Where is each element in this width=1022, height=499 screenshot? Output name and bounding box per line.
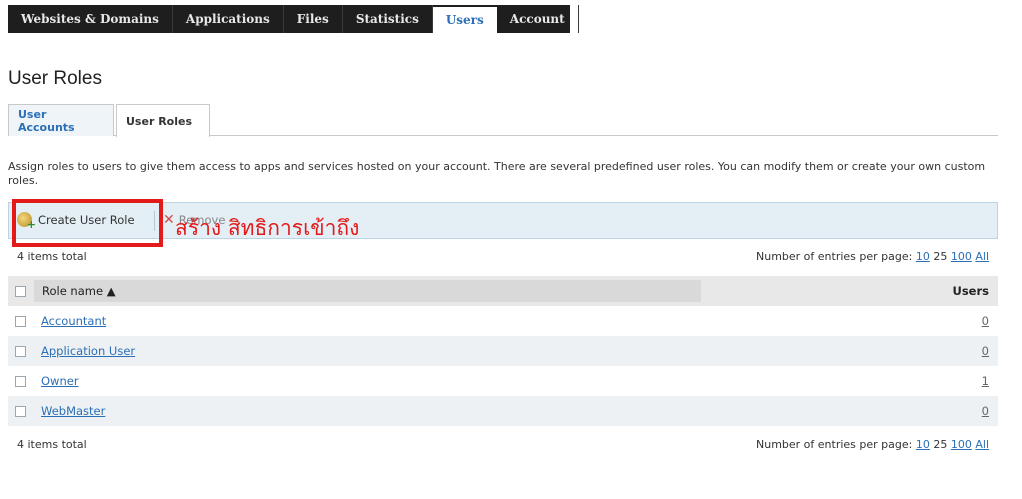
page-description: Assign roles to users to give them acces… xyxy=(8,160,986,187)
select-all-checkbox[interactable] xyxy=(15,285,26,297)
role-users-count[interactable]: 1 xyxy=(982,374,989,388)
row-checkbox[interactable] xyxy=(15,315,26,327)
entries-label: Number of entries per page: xyxy=(756,438,913,451)
entries-option-25: 25 xyxy=(933,438,948,451)
remove-icon: ✕ xyxy=(163,212,175,228)
tab-files[interactable]: Files xyxy=(284,5,343,33)
tab-websites-domains[interactable]: Websites & Domains xyxy=(8,5,173,33)
entries-option-10[interactable]: 10 xyxy=(916,438,930,451)
entries-option-10[interactable]: 10 xyxy=(916,250,930,263)
role-name-link[interactable]: WebMaster xyxy=(41,404,105,418)
items-total-top: 4 items total xyxy=(17,250,87,263)
table-row: Accountant 0 xyxy=(8,306,998,336)
entries-per-page-bottom: Number of entries per page: 10 25 100 Al… xyxy=(756,438,989,451)
table-header: Role name ▲ Users xyxy=(8,276,998,306)
column-role-name[interactable]: Role name ▲ xyxy=(34,280,701,302)
tab-account[interactable]: Account xyxy=(497,5,579,33)
entries-option-100[interactable]: 100 xyxy=(951,438,972,451)
entries-per-page-top: Number of entries per page: 10 25 100 Al… xyxy=(756,250,989,263)
role-users-count[interactable]: 0 xyxy=(982,404,989,418)
top-navigation: Websites & Domains Applications Files St… xyxy=(8,5,579,33)
table-row: Owner 1 xyxy=(8,366,998,396)
role-users-count[interactable]: 0 xyxy=(982,314,989,328)
role-users-count[interactable]: 0 xyxy=(982,344,989,358)
annotation-text: สร้าง สิทธิการเข้าถึง xyxy=(175,216,360,240)
row-checkbox[interactable] xyxy=(15,345,26,357)
row-checkbox[interactable] xyxy=(15,375,26,387)
entries-option-100[interactable]: 100 xyxy=(951,250,972,263)
role-name-link[interactable]: Application User xyxy=(41,344,135,358)
page-title: User Roles xyxy=(8,68,102,89)
subtabs: User Accounts User Roles xyxy=(8,104,998,137)
items-total-bottom: 4 items total xyxy=(17,438,87,451)
role-name-link[interactable]: Accountant xyxy=(41,314,106,328)
entries-option-all[interactable]: All xyxy=(975,438,989,451)
role-name-link[interactable]: Owner xyxy=(41,374,79,388)
column-users[interactable]: Users xyxy=(953,284,990,298)
table-row: Application User 0 xyxy=(8,336,998,366)
annotation-highlight-box xyxy=(12,199,163,247)
roles-table: Role name ▲ Users Accountant 0 Applicati… xyxy=(8,276,998,426)
subtab-user-accounts[interactable]: User Accounts xyxy=(8,104,114,136)
entries-option-all[interactable]: All xyxy=(975,250,989,263)
tab-users[interactable]: Users xyxy=(432,7,497,33)
entries-label: Number of entries per page: xyxy=(756,250,913,263)
entries-option-25: 25 xyxy=(933,250,948,263)
tab-statistics[interactable]: Statistics xyxy=(343,5,433,33)
row-checkbox[interactable] xyxy=(15,405,26,417)
table-row: WebMaster 0 xyxy=(8,396,998,426)
tab-applications[interactable]: Applications xyxy=(173,5,284,33)
subtab-user-roles[interactable]: User Roles xyxy=(116,104,210,137)
